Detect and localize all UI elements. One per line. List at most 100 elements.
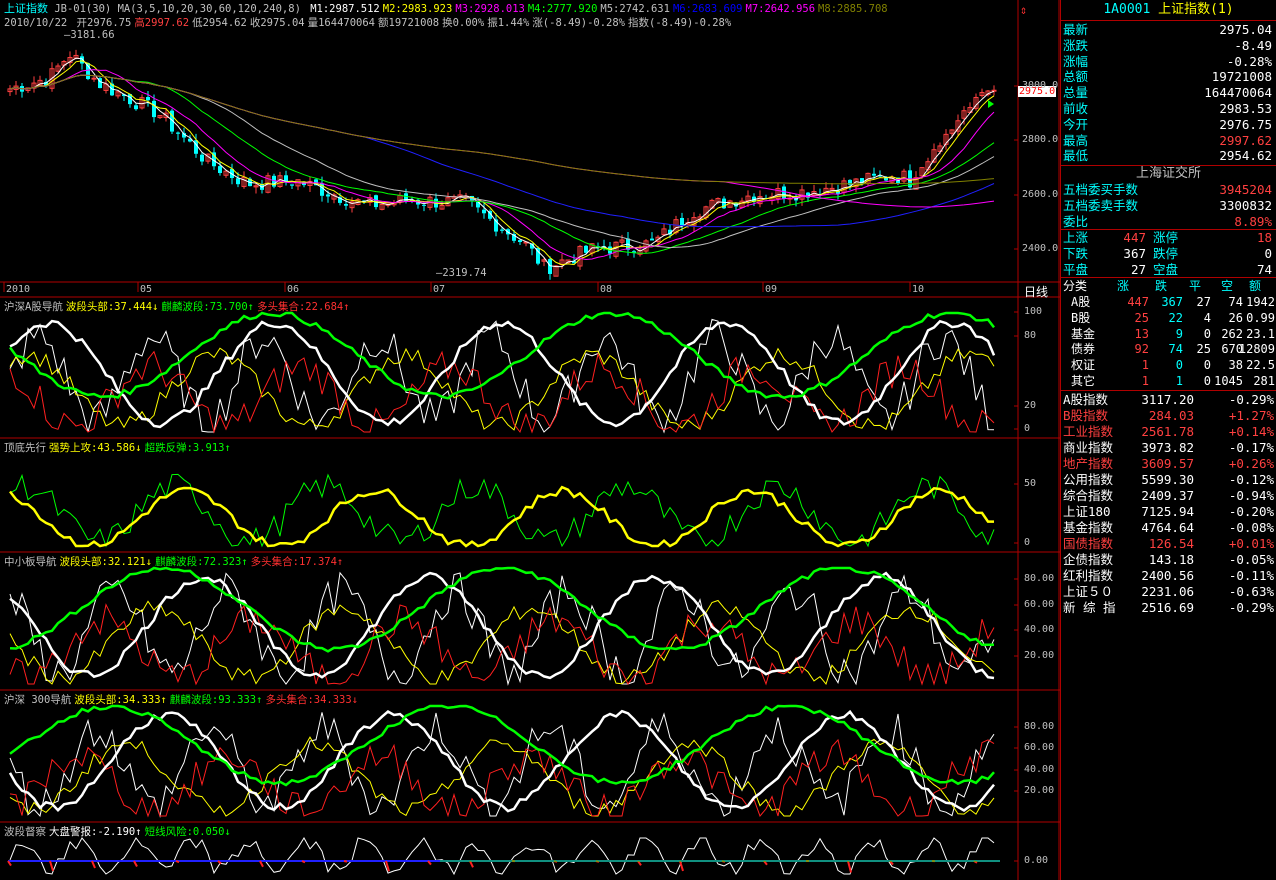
breadth-value: 74 (1256, 261, 1272, 277)
index-price: 7125.94 (1141, 504, 1194, 519)
class-table-row[interactable]: B股 25 22 4 26 0.99 (1061, 310, 1275, 326)
index-change: -0.20% (1228, 504, 1274, 519)
index-row[interactable]: 商业指数 3973.82 -0.17% (1063, 440, 1276, 456)
indicator-axis-label: 60.00 (1024, 599, 1055, 610)
class-cell: 25 (1134, 310, 1149, 325)
exchange-name: 上海证交所 (1135, 166, 1201, 181)
class-cell: 262 (1221, 326, 1243, 341)
index-change: -0.29% (1228, 392, 1274, 407)
class-column-header: 额 (1249, 279, 1262, 293)
class-cell: 23.1 (1246, 326, 1275, 341)
quote-row: 最新 2975.04 (1063, 22, 1274, 38)
index-row[interactable]: 上证180 7125.94 -0.20% (1063, 504, 1276, 520)
index-price: 3973.82 (1141, 440, 1194, 455)
index-row[interactable]: 工业指数 2561.78 +0.14% (1063, 424, 1276, 440)
indicator-bar (343, 860, 348, 863)
index-change: -0.12% (1228, 472, 1274, 487)
class-table-row[interactable]: A股 447 367 27 74 1942 (1061, 294, 1275, 310)
indicator-line (9, 704, 995, 787)
indicator-line (9, 347, 995, 431)
indicator-axis-label: 0.00 (1024, 855, 1049, 866)
divider (1061, 390, 1276, 391)
class-table-row[interactable]: 基金 13 9 0 262 23.1 (1061, 326, 1275, 342)
index-price: 126.54 (1148, 536, 1194, 551)
class-cell: 1942 (1246, 295, 1275, 309)
class-cell: 281 (1253, 374, 1275, 388)
class-cell: 9 (1175, 326, 1183, 341)
breadth-row: 平盘 27 空盘 74 (1063, 262, 1274, 278)
class-cell: 12809 (1238, 342, 1275, 357)
index-name: 综合指数 (1063, 488, 1114, 503)
index-price: 3609.57 (1141, 456, 1194, 471)
quote-value: 2954.62 (1219, 148, 1272, 164)
panel-name: 上证指数 (1158, 2, 1211, 17)
index-name: B股指数 (1063, 408, 1109, 423)
class-table-row[interactable]: 债券 92 74 25 670 12809 (1061, 341, 1275, 357)
quote-value: 2997.62 (1219, 132, 1272, 148)
index-row[interactable]: 公用指数 5599.30 -0.12% (1063, 472, 1276, 488)
class-column-header: 平 (1189, 279, 1202, 293)
index-price: 4764.64 (1141, 520, 1194, 535)
index-price: 2516.69 (1141, 600, 1194, 615)
index-price: 2400.56 (1141, 568, 1194, 583)
order-value: 3945204 (1219, 182, 1272, 197)
index-change: +1.27% (1228, 408, 1274, 423)
indicator-charts[interactable] (0, 0, 1060, 880)
indicator-axis-label: 80 (1024, 330, 1037, 341)
panel-code: 1A0001 (1103, 2, 1151, 17)
index-row[interactable]: 红利指数 2400.56 -0.11% (1063, 568, 1276, 584)
class-cell: 1045 (1214, 374, 1243, 388)
class-cell: 74 (1228, 295, 1243, 309)
breadth-value: 18 (1256, 230, 1272, 245)
index-row[interactable]: 国债指数 126.54 +0.01% (1063, 536, 1276, 552)
index-row[interactable]: A股指数 3117.20 -0.29% (1063, 392, 1276, 408)
indicator-bar (49, 860, 54, 872)
index-change: -0.08% (1228, 520, 1274, 535)
order-label: 五档委买手数 (1063, 182, 1139, 197)
class-cell: A股 (1071, 295, 1091, 309)
indicator-bar (175, 860, 180, 864)
class-cell: 4 (1203, 310, 1211, 325)
class-cell: 0 (1203, 358, 1211, 373)
index-price: 2231.06 (1141, 584, 1194, 599)
class-cell: 0 (1203, 326, 1211, 341)
breadth-label: 下跌 (1063, 245, 1089, 261)
indicator-axis-label: 60.00 (1024, 742, 1055, 753)
index-name: 红利指数 (1063, 568, 1114, 583)
indicator-line (9, 473, 995, 548)
indicator-bar (91, 860, 96, 869)
index-row[interactable]: B股指数 284.03 +1.27% (1063, 408, 1276, 424)
quote-value: -0.28% (1226, 53, 1272, 69)
class-cell: 基金 (1071, 326, 1096, 341)
quote-label: 今开 (1063, 116, 1089, 132)
indicator-line (9, 350, 995, 434)
index-price: 143.18 (1148, 552, 1194, 567)
chart-area[interactable]: 上证指数 JB-01(30) MA(3,5,10,20,30,60,120,24… (0, 0, 1060, 880)
quote-value: 2976.75 (1219, 116, 1272, 132)
index-row[interactable]: 上证５０ 2231.06 -0.63% (1063, 584, 1276, 600)
index-name: 商业指数 (1063, 440, 1114, 455)
quote-panel: 1A0001 上证指数(1) 最新 2975.04 涨跌 -8.49 涨幅 -0.28% 总… (1060, 0, 1276, 880)
breadth-value: 447 (1123, 230, 1146, 245)
indicator-axis-label: 80.00 (1024, 573, 1055, 584)
order-value: 8.89% (1234, 213, 1272, 229)
index-row[interactable]: 基金指数 4764.64 -0.08% (1063, 520, 1276, 536)
index-name: 国债指数 (1063, 536, 1114, 551)
class-table-row[interactable]: 其它 1 1 0 1045 281 (1061, 373, 1275, 389)
panel-title: 1A0001 上证指数(1) (1061, 0, 1276, 20)
quote-label: 总额 (1063, 69, 1089, 85)
order-row: 委比 8.89% (1063, 214, 1274, 230)
index-change: -0.29% (1228, 600, 1274, 615)
index-row[interactable]: 综合指数 2409.37 -0.94% (1063, 488, 1276, 504)
index-row[interactable]: 地产指数 3609.57 +0.26% (1063, 456, 1276, 472)
breadth-value: 0 (1264, 245, 1272, 261)
class-table-row[interactable]: 权证 1 0 0 38 22.5 (1061, 357, 1275, 373)
index-name: 新 综 指 (1063, 600, 1116, 615)
class-cell: 1 (1141, 358, 1149, 373)
indicator-axis-label: 100 (1024, 306, 1043, 317)
class-cell: 1 (1175, 374, 1183, 388)
index-row[interactable]: 新 综 指 2516.69 -0.29% (1063, 600, 1276, 616)
class-column-header: 空 (1221, 279, 1234, 293)
index-row[interactable]: 企债指数 143.18 -0.05% (1063, 552, 1276, 568)
breadth-value: 27 (1130, 261, 1146, 277)
